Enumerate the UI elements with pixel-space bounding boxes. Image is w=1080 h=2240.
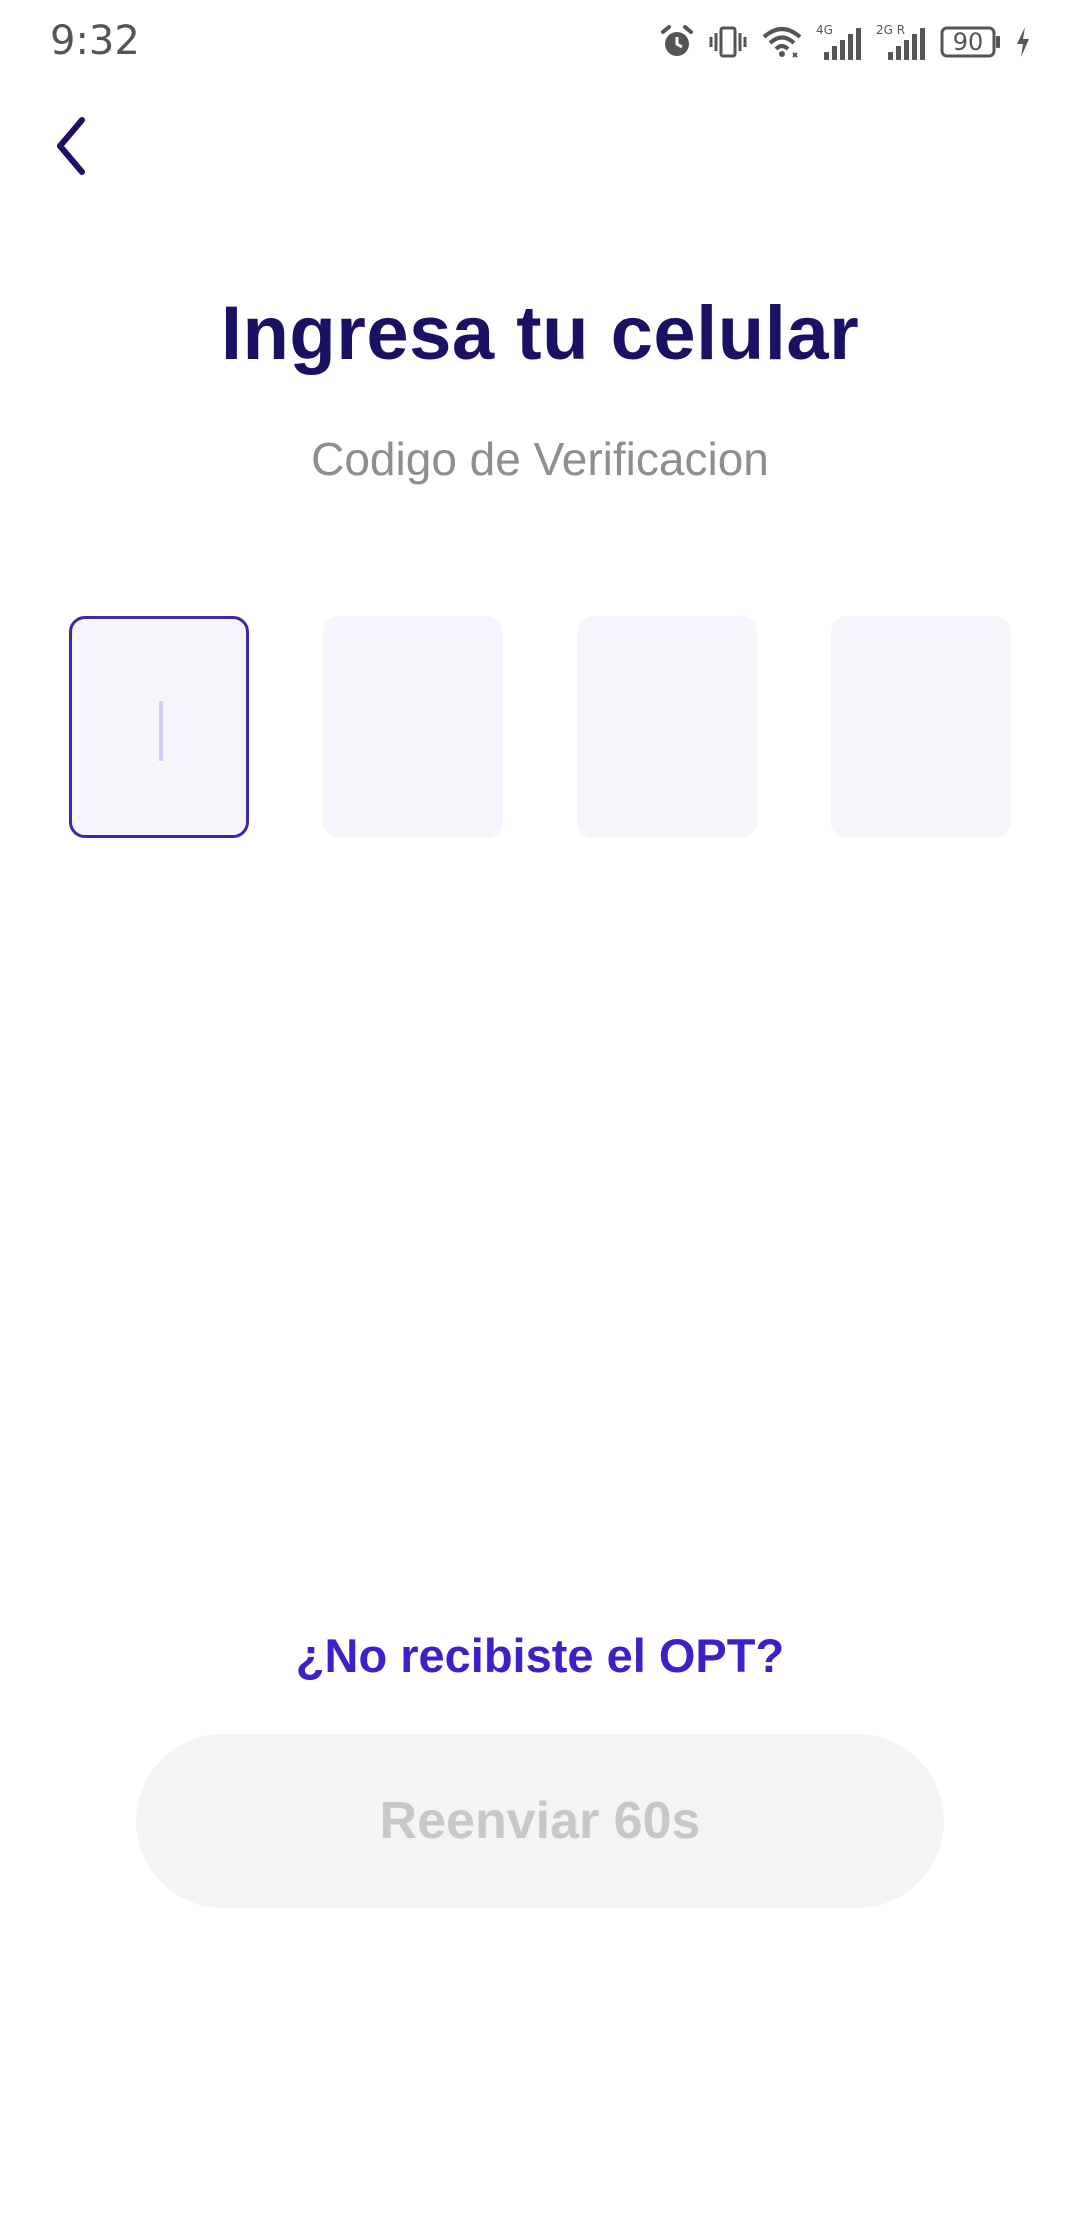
svg-text:90: 90 — [953, 28, 984, 56]
page-subtitle: Codigo de Verificacion — [311, 433, 769, 485]
otp-digit-2[interactable] — [323, 616, 503, 838]
status-bar: 9:32 4G 2G R 90 — [0, 0, 1080, 86]
battery-icon: 90 — [940, 25, 1002, 59]
otp-digit-4[interactable] — [831, 616, 1011, 838]
charging-icon — [1014, 25, 1032, 59]
status-icons: 4G 2G R 90 — [658, 20, 1032, 64]
alarm-icon — [658, 23, 696, 61]
svg-text:4G: 4G — [816, 23, 833, 37]
otp-input-group — [69, 616, 1013, 838]
signal-4g-icon: 4G — [816, 22, 864, 62]
otp-digit-3[interactable] — [577, 616, 757, 838]
back-button[interactable] — [38, 108, 102, 188]
svg-text:2G R: 2G R — [876, 23, 905, 37]
vibrate-icon — [708, 23, 748, 61]
text-cursor — [159, 701, 163, 761]
resend-question-link[interactable]: ¿No recibiste el OPT? — [0, 1628, 1080, 1683]
wifi-icon — [760, 23, 804, 61]
signal-2g-icon: 2G R — [876, 22, 928, 62]
page-title: Ingresa tu celular — [220, 291, 860, 376]
otp-digit-1[interactable] — [69, 616, 249, 838]
verification-screen: 9:32 4G 2G R 90 Ingresa tu celular Codig… — [0, 0, 1080, 2240]
status-time: 9:32 — [50, 18, 140, 64]
chevron-left-icon — [50, 114, 90, 183]
resend-button[interactable]: Reenviar 60s — [136, 1734, 944, 1908]
